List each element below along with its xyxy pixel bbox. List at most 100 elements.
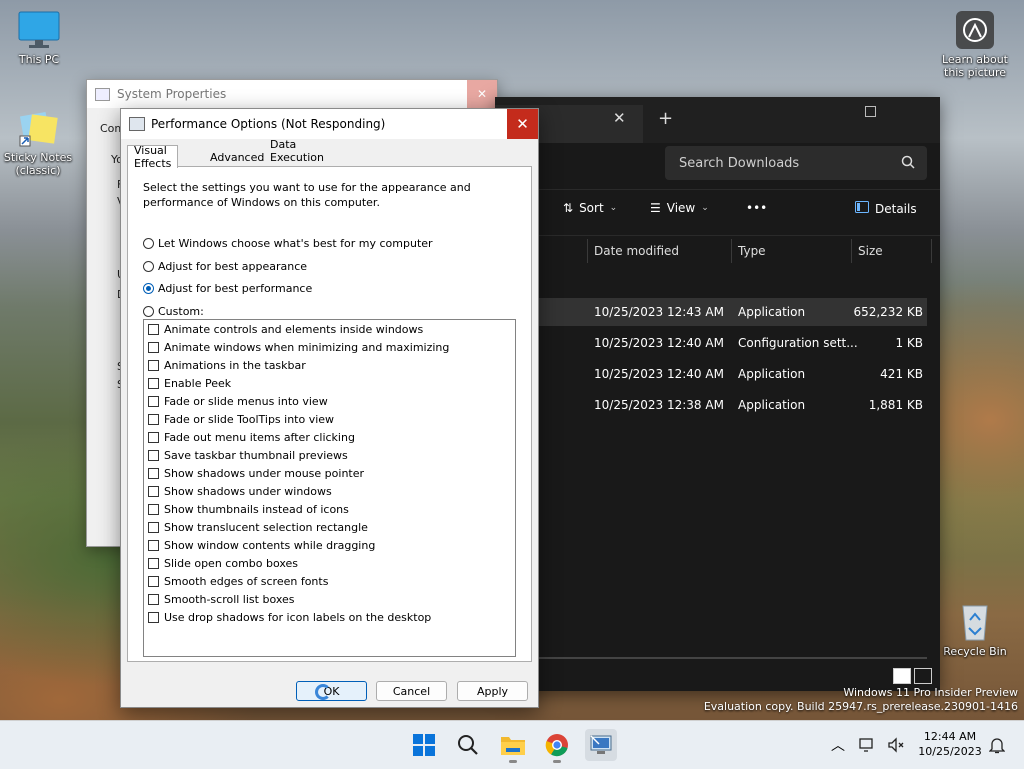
visual-effect-checkbox[interactable]: Fade or slide menus into view — [148, 395, 328, 408]
system-properties-titlebar[interactable]: System Properties — [87, 80, 497, 108]
horizontal-scrollbar[interactable] — [537, 657, 927, 659]
apply-button[interactable]: Apply — [457, 681, 528, 701]
maximize-icon[interactable] — [865, 106, 876, 117]
checkbox-unchecked-icon — [148, 558, 159, 569]
desktop-icon-label: Sticky Notes (classic) — [3, 151, 73, 177]
desktop-icon-sticky-notes[interactable]: Sticky Notes (classic) — [3, 108, 73, 177]
notifications-button[interactable] — [986, 729, 1008, 761]
column-size[interactable]: Size — [858, 244, 883, 258]
visual-effect-checkbox[interactable]: Fade out menu items after clicking — [148, 431, 355, 444]
radio-label: Let Windows choose what's best for my co… — [158, 237, 433, 250]
search-downloads-input[interactable]: Search Downloads — [665, 146, 927, 180]
checkbox-label: Fade or slide ToolTips into view — [164, 413, 335, 426]
column-divider[interactable] — [931, 239, 932, 263]
visual-effect-checkbox[interactable]: Animate windows when minimizing and maxi… — [148, 341, 449, 354]
desktop-icon-recycle-bin[interactable]: Recycle Bin — [940, 598, 1010, 658]
visual-effect-checkbox[interactable]: Slide open combo boxes — [148, 557, 298, 570]
file-size: 1 KB — [895, 336, 923, 350]
checkbox-unchecked-icon — [148, 576, 159, 587]
volume-button[interactable] — [884, 729, 908, 761]
watermark-line-1: Windows 11 Pro Insider Preview — [843, 686, 1018, 699]
sticky-notes-icon — [18, 108, 58, 148]
details-pane-button[interactable]: Details — [855, 201, 917, 216]
network-status-button[interactable] — [856, 729, 880, 761]
taskbar-clock[interactable]: 12:44 AM 10/25/2023 — [918, 729, 982, 759]
visual-effect-checkbox[interactable]: Fade or slide ToolTips into view — [148, 413, 334, 426]
details-view-icon[interactable] — [893, 668, 911, 684]
checkbox-label: Save taskbar thumbnail previews — [164, 449, 348, 462]
file-row[interactable]: 10/25/2023 12:38 AM Application 1,881 KB — [495, 391, 927, 419]
checkbox-label: Show shadows under windows — [164, 485, 332, 498]
column-divider[interactable] — [851, 239, 852, 263]
folder-icon — [501, 737, 525, 755]
visual-effect-checkbox[interactable]: Smooth edges of screen fonts — [148, 575, 328, 588]
column-type[interactable]: Type — [738, 244, 766, 258]
visual-effect-checkbox[interactable]: Use drop shadows for icon labels on the … — [148, 611, 431, 624]
performance-options-dialog[interactable]: Performance Options (Not Responding) ✕ V… — [120, 108, 539, 708]
column-divider[interactable] — [587, 239, 588, 263]
checkbox-label: Use drop shadows for icon labels on the … — [164, 611, 432, 624]
view-button[interactable]: ☰ View ⌄ — [650, 201, 709, 215]
taskbar-system-properties[interactable] — [585, 729, 617, 761]
checkbox-unchecked-icon — [148, 522, 159, 533]
checkbox-label: Slide open combo boxes — [164, 557, 299, 570]
radio-label: Adjust for best appearance — [158, 260, 308, 273]
visual-effect-checkbox[interactable]: Show shadows under windows — [148, 485, 332, 498]
visual-effect-checkbox[interactable]: Show shadows under mouse pointer — [148, 467, 364, 480]
checkbox-unchecked-icon — [148, 468, 159, 479]
view-list-icon: ☰ — [650, 201, 661, 215]
more-options-button[interactable]: ••• — [746, 201, 767, 215]
close-icon: ✕ — [516, 115, 529, 133]
radio-indicator — [143, 306, 154, 317]
dialog-close-button[interactable]: ✕ — [507, 109, 538, 139]
details-label: Details — [875, 201, 917, 216]
checkbox-label: Show translucent selection rectangle — [164, 521, 368, 534]
sort-button[interactable]: ⇅ Sort ⌄ — [563, 201, 617, 215]
radio-best-appearance[interactable]: Adjust for best appearance — [143, 260, 307, 273]
system-properties-close-button[interactable]: ✕ — [467, 80, 497, 108]
file-row[interactable]: 10/25/2023 12:40 AM Application 421 KB — [495, 360, 927, 388]
column-date-modified[interactable]: Date modified — [594, 244, 679, 258]
radio-custom[interactable]: Custom: — [143, 305, 204, 318]
cancel-button[interactable]: Cancel — [376, 681, 447, 701]
checkbox-label: Smooth edges of screen fonts — [164, 575, 329, 588]
visual-effect-checkbox[interactable]: Animate controls and elements inside win… — [148, 323, 423, 336]
visual-effect-checkbox[interactable]: Enable Peek — [148, 377, 231, 390]
visual-effect-checkbox[interactable]: Show thumbnails instead of icons — [148, 503, 349, 516]
radio-let-windows-choose[interactable]: Let Windows choose what's best for my co… — [143, 237, 433, 250]
file-date: 10/25/2023 12:40 AM — [594, 336, 724, 350]
file-row[interactable]: 10/25/2023 12:40 AM Configuration sett..… — [495, 329, 927, 357]
taskbar-search-button[interactable] — [452, 729, 484, 761]
tab-advanced[interactable]: Advanced — [204, 147, 270, 167]
more-label: ••• — [746, 201, 768, 215]
tab-data-execution-prevention[interactable]: Data Execution Prevention — [264, 138, 335, 177]
new-tab-plus-icon[interactable]: + — [658, 108, 673, 129]
checkbox-label: Fade or slide menus into view — [164, 395, 328, 408]
ok-button[interactable]: OK — [296, 681, 367, 701]
file-row[interactable]: 10/25/2023 12:43 AM Application 652,232 … — [495, 298, 927, 326]
visual-effect-checkbox[interactable]: Show translucent selection rectangle — [148, 521, 368, 534]
visual-effect-checkbox[interactable]: Smooth-scroll list boxes — [148, 593, 295, 606]
start-button[interactable] — [408, 729, 440, 761]
taskbar-file-explorer[interactable] — [497, 729, 529, 763]
tiles-view-icon[interactable] — [914, 668, 932, 684]
show-hidden-icons-button[interactable]: ︿ — [828, 729, 848, 761]
performance-options-titlebar[interactable]: Performance Options (Not Responding) ✕ — [121, 109, 538, 139]
desktop-icon-learn-about-picture[interactable]: Learn about this picture — [940, 10, 1010, 79]
visual-effects-checkbox-list[interactable]: Animate controls and elements inside win… — [143, 319, 516, 657]
tab-visual-effects[interactable]: Visual Effects — [127, 144, 179, 170]
visual-effect-checkbox[interactable]: Animations in the taskbar — [148, 359, 306, 372]
file-list-column-headers: Date modified Type Size — [495, 237, 940, 265]
close-icon: ✕ — [476, 87, 488, 101]
desktop-icon-this-pc[interactable]: This PC — [4, 10, 74, 66]
file-explorer-window[interactable]: ✕ + Search Downloads ⇅ Sort ⌄ ☰ View ⌄ •… — [495, 97, 940, 691]
visual-effect-checkbox[interactable]: Show window contents while dragging — [148, 539, 375, 552]
column-divider[interactable] — [731, 239, 732, 263]
checkbox-label: Animations in the taskbar — [164, 359, 306, 372]
explorer-tab-bar: ✕ + — [495, 97, 940, 143]
taskbar-chrome[interactable] — [541, 729, 573, 763]
recycle-bin-icon — [957, 598, 993, 642]
radio-best-performance[interactable]: Adjust for best performance — [143, 282, 312, 295]
visual-effect-checkbox[interactable]: Save taskbar thumbnail previews — [148, 449, 348, 462]
tab-close-icon[interactable]: ✕ — [613, 109, 626, 127]
